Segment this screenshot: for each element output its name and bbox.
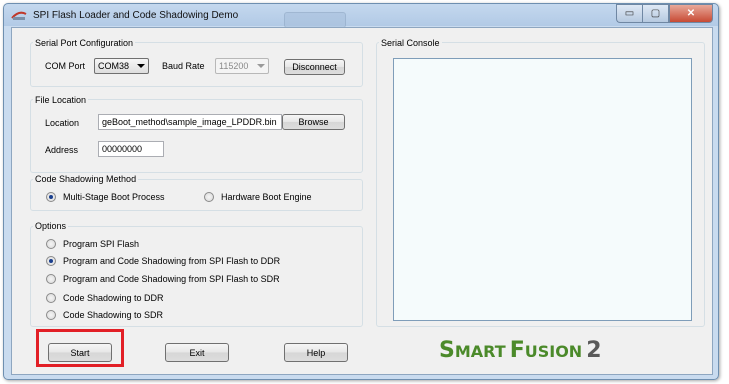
code-shadowing-group-label: Code Shadowing Method <box>33 174 139 184</box>
option-label: Program and Code Shadowing from SPI Flas… <box>63 274 280 284</box>
baud-rate-value: 115200 <box>219 61 249 71</box>
location-input[interactable]: geBoot_method\sample_image_LPDDR.bin <box>98 114 282 130</box>
file-location-group <box>30 99 363 173</box>
client-area: Serial Port Configuration COM Port COM38… <box>11 27 713 375</box>
chevron-down-icon <box>257 64 265 68</box>
app-window: SPI Flash Loader and Code Shadowing Demo… <box>3 3 719 380</box>
serial-port-group-label: Serial Port Configuration <box>33 38 136 48</box>
option-label: Program SPI Flash <box>63 239 140 249</box>
maximize-icon: ▢ <box>650 8 661 19</box>
option-shadow-ddr[interactable]: Code Shadowing to DDR <box>46 292 164 304</box>
close-button[interactable]: ✕ <box>669 4 713 23</box>
logo-text: USION <box>524 342 583 361</box>
com-port-select[interactable]: COM38 <box>94 58 149 74</box>
smartfusion2-logo: S MART F USION 2 <box>439 338 602 368</box>
baud-rate-label: Baud Rate <box>162 61 205 71</box>
radio-icon <box>46 256 56 266</box>
logo-number: 2 <box>586 338 602 363</box>
minimize-button[interactable]: ▭ <box>616 4 642 23</box>
option-program-spi-flash[interactable]: Program SPI Flash <box>46 238 139 250</box>
com-port-label: COM Port <box>45 61 86 71</box>
help-button[interactable]: Help <box>284 343 348 362</box>
file-location-group-label: File Location <box>33 95 89 105</box>
background-window-tab <box>284 12 346 28</box>
title-bar[interactable]: SPI Flash Loader and Code Shadowing Demo… <box>4 4 718 28</box>
radio-icon <box>46 310 56 320</box>
radio-icon <box>46 274 56 284</box>
baud-rate-select[interactable]: 115200 <box>215 58 269 74</box>
option-label: Code Shadowing to SDR <box>63 310 164 320</box>
option-program-shadow-ddr[interactable]: Program and Code Shadowing from SPI Flas… <box>46 255 280 267</box>
maximize-button[interactable]: ▢ <box>642 4 669 23</box>
com-port-value: COM38 <box>98 61 130 71</box>
option-program-shadow-sdr[interactable]: Program and Code Shadowing from SPI Flas… <box>46 273 280 285</box>
option-label: Program and Code Shadowing from SPI Flas… <box>63 256 281 266</box>
serial-console-output[interactable] <box>393 58 692 321</box>
address-label: Address <box>45 145 79 155</box>
option-label: Code Shadowing to DDR <box>63 293 164 303</box>
chevron-down-icon <box>137 64 145 68</box>
exit-button[interactable]: Exit <box>165 343 229 362</box>
radio-hardware-boot-engine[interactable]: Hardware Boot Engine <box>204 191 312 203</box>
radio-icon <box>46 239 56 249</box>
minimize-icon: ▭ <box>624 8 635 19</box>
address-input[interactable]: 00000000 <box>98 141 164 157</box>
disconnect-button[interactable]: Disconnect <box>284 59 345 75</box>
option-shadow-sdr[interactable]: Code Shadowing to SDR <box>46 309 163 321</box>
options-group-label: Options <box>33 221 69 231</box>
logo-text: F <box>509 338 525 363</box>
location-label: Location <box>45 118 80 128</box>
radio-label: Multi-Stage Boot Process <box>63 192 165 202</box>
window-title: SPI Flash Loader and Code Shadowing Demo <box>33 10 239 21</box>
browse-button[interactable]: Browse <box>282 114 345 130</box>
logo-text: S <box>439 338 455 363</box>
radio-icon <box>46 293 56 303</box>
logo-text: MART <box>454 342 506 361</box>
close-icon: ✕ <box>686 8 696 19</box>
radio-multi-stage-boot[interactable]: Multi-Stage Boot Process <box>46 191 165 203</box>
window-controls: ▭ ▢ ✕ <box>616 4 713 23</box>
radio-icon <box>46 192 56 202</box>
radio-icon <box>204 192 214 202</box>
app-icon <box>11 11 27 20</box>
radio-label: Hardware Boot Engine <box>221 192 312 202</box>
start-button-highlight <box>36 329 124 367</box>
serial-console-group-label: Serial Console <box>379 38 442 48</box>
